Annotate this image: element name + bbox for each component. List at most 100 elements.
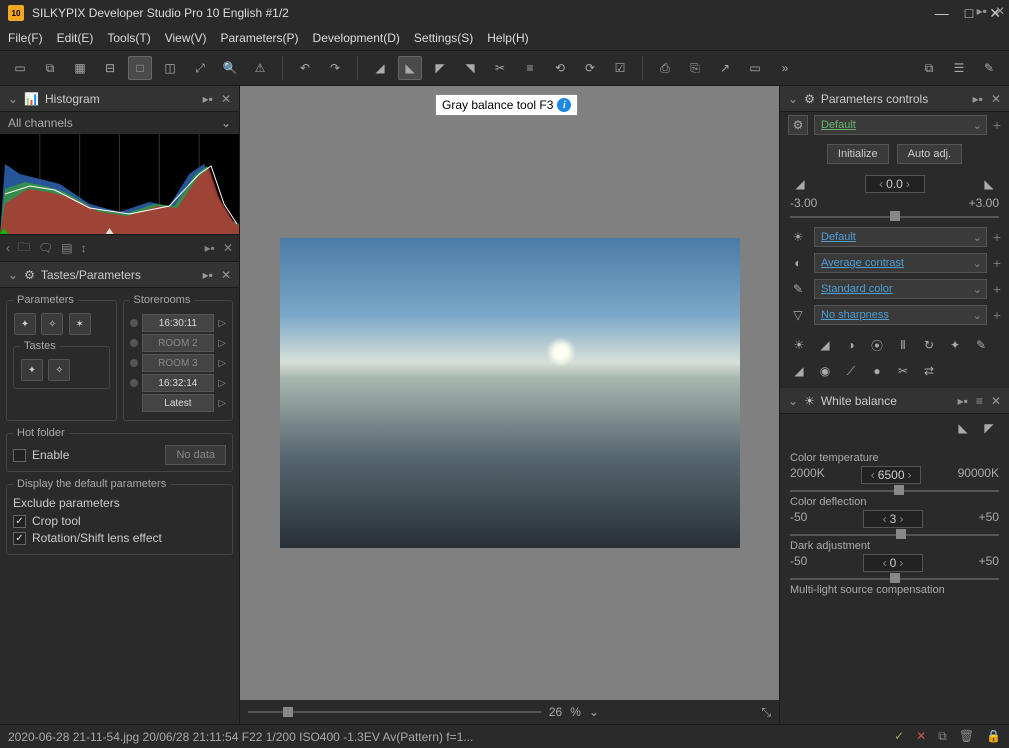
storeroom-1[interactable]: 16:30:11 [142,314,215,332]
collapse4-icon[interactable]: ⌄ [788,394,798,408]
contrast-icon[interactable]: ◐ [788,253,808,273]
dark-adj-value[interactable]: ‹0› [863,554,923,572]
menu-tools[interactable]: Tools(T) [107,31,150,45]
adj-rotate-icon[interactable]: ↻ [918,334,940,356]
chat-icon[interactable]: 🗨 [38,241,53,255]
storeroom-3-arrow[interactable]: ▷ [218,358,226,369]
status-trash-icon[interactable]: 🗑 [959,729,974,744]
menu-settings[interactable]: Settings(S) [414,31,473,45]
collapse3-icon[interactable]: ⌄ [788,92,798,106]
sort-icon[interactable]: ↕ [81,241,87,255]
panel-menu2-icon[interactable]: ▸▪ [205,241,215,255]
exposure-icon2[interactable]: ◣ [979,174,999,194]
color-add-icon[interactable]: + [993,281,1001,297]
auto-adj-button[interactable]: Auto adj. [897,144,962,164]
fit-icon[interactable]: ⤡ [761,705,771,720]
tool-wb2-icon[interactable]: ◥ [458,56,482,80]
panel-menu3-icon[interactable]: ▸▪ [203,268,213,282]
exposure-value[interactable]: ‹0.0› [865,175,925,193]
storeroom-4-arrow[interactable]: ▷ [218,378,226,389]
wb-picker1-icon[interactable]: ◣ [953,418,973,438]
adj-sync-icon[interactable]: ⇄ [918,360,940,382]
minimize-button[interactable]: — [935,5,949,22]
histogram-channels-dropdown[interactable]: All channels⌄ [0,112,239,134]
crop-checkbox[interactable]: Crop tool [13,514,226,528]
panel-menu4-icon[interactable]: ▸▪ [973,92,983,106]
adj-star-icon[interactable]: ✦ [944,334,966,356]
adj-tone-icon[interactable]: ◢ [788,360,810,382]
rotation-checkbox[interactable]: Rotation/Shift lens effect [13,531,226,545]
status-x-icon[interactable]: ✕ [916,729,926,744]
zoom-slider[interactable] [248,711,541,713]
zoom-dropdown-icon[interactable]: ⌄ [589,705,599,719]
tool-batch-icon[interactable]: ⎘ [683,56,707,80]
latest-button[interactable]: Latest [142,394,215,412]
param-btn-2[interactable]: ✧ [41,313,63,335]
maximize-button[interactable]: □ [965,5,973,22]
panel-x3-icon[interactable]: ✕ [991,92,1001,106]
tool-zoom-icon[interactable]: 🔍 [218,56,242,80]
param-btn-3[interactable]: ✶ [69,313,91,335]
storeroom-2[interactable]: ROOM 2 [142,334,215,352]
tool-layers-icon[interactable]: ≡ [518,56,542,80]
adj-crop2-icon[interactable]: ✂ [892,360,914,382]
panel-x2-icon[interactable]: ✕ [221,268,231,282]
tool-warning-icon[interactable]: ⚠ [248,56,272,80]
tool-compare-icon[interactable]: ⧉ [917,56,941,80]
tool-rect-icon[interactable]: ▭ [743,56,767,80]
storeroom-4[interactable]: 16:32:14 [142,374,215,392]
panel-close2-icon[interactable]: ✕ [223,241,233,255]
adj-sphere-icon[interactable]: ● [866,360,888,382]
tool-layout2-icon[interactable]: ⊟ [98,56,122,80]
status-copy-icon[interactable]: ⧉ [938,729,947,744]
tool-sliders-icon[interactable]: ☰ [947,56,971,80]
color-temp-slider[interactable] [790,490,999,492]
folder-icon[interactable]: 🗀 [18,238,30,259]
initialize-button[interactable]: Initialize [827,144,889,164]
color-dropdown[interactable]: Standard color [814,279,987,299]
menu-parameters[interactable]: Parameters(P) [221,31,299,45]
adj-fish-icon[interactable]: ◉ [814,360,836,382]
menu-development[interactable]: Development(D) [313,31,400,45]
dark-adj-slider[interactable] [790,578,999,580]
wb-eq-icon[interactable]: ≡ [976,394,983,408]
exposure-icon[interactable]: ◢ [790,174,810,194]
menu-view[interactable]: View(V) [165,31,207,45]
tool-single-icon[interactable]: □ [128,56,152,80]
color-defl-slider[interactable] [790,534,999,536]
menu-edit[interactable]: Edit(E) [57,31,94,45]
tool-redo-icon[interactable]: ↷ [323,56,347,80]
color-icon[interactable]: ✎ [788,279,808,299]
adj-contrast-icon[interactable]: ◑ [840,334,862,356]
param-btn-1[interactable]: ✦ [14,313,36,335]
wb-dropdown[interactable]: Default [814,227,987,247]
nav-back-icon[interactable]: ‹ [6,241,10,255]
tool-exposure-icon[interactable]: ◢ [368,56,392,80]
wb-sun-icon[interactable]: ☀ [788,227,808,247]
tool-check-icon[interactable]: ☑ [608,56,632,80]
image-canvas[interactable] [240,86,779,700]
status-check-icon[interactable]: ✓ [894,729,904,744]
taste-btn-1[interactable]: ✦ [21,359,43,381]
tool-skin-icon[interactable]: ◤ [428,56,452,80]
storeroom-3[interactable]: ROOM 3 [142,354,215,372]
collapse2-icon[interactable]: ⌄ [8,268,18,282]
storeroom-2-arrow[interactable]: ▷ [218,338,226,349]
latest-arrow[interactable]: ▷ [218,398,226,409]
adj-triangle-icon[interactable]: ◢ [814,334,836,356]
tool-export-icon[interactable]: ⎙ [653,56,677,80]
contrast-add-icon[interactable]: + [993,255,1001,271]
tool-rotate-right-icon[interactable]: ⟳ [578,56,602,80]
storeroom-1-arrow[interactable]: ▷ [218,318,226,329]
tool-layout1-icon[interactable]: ⧉ [38,56,62,80]
contrast-dropdown[interactable]: Average contrast [814,253,987,273]
tool-select-icon[interactable]: ▭ [8,56,32,80]
info-icon[interactable]: i [557,98,571,112]
taste-btn-2[interactable]: ✧ [48,359,70,381]
tool-grid-icon[interactable]: ▦ [68,56,92,80]
wb-picker2-icon[interactable]: ◤ [979,418,999,438]
wb-x-icon[interactable]: ✕ [991,394,1001,408]
adj-wand-icon[interactable]: ⟋ [840,360,862,382]
sharp-add-icon[interactable]: + [993,307,1001,323]
no-data-button[interactable]: No data [165,445,226,465]
